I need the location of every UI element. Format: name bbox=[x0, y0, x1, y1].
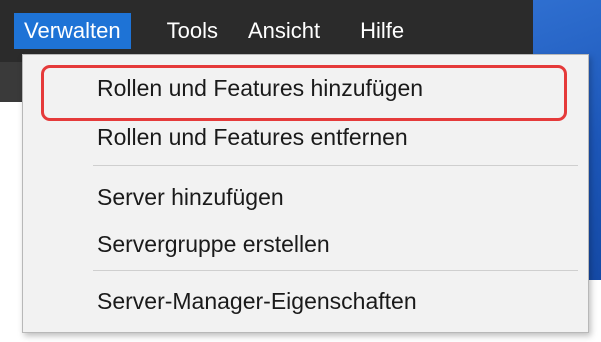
menu-separator bbox=[93, 270, 578, 271]
menu-item-rollen-features-entfernen[interactable]: Rollen und Features entfernen bbox=[97, 124, 408, 151]
menu-hilfe[interactable]: Hilfe bbox=[340, 0, 424, 62]
menu-ansicht[interactable]: Ansicht bbox=[228, 0, 340, 62]
menu-item-rollen-features-hinzufuegen[interactable]: Rollen und Features hinzufügen bbox=[97, 75, 423, 102]
menu-verwalten[interactable]: Verwalten bbox=[14, 13, 131, 49]
window-header-strip bbox=[0, 62, 22, 102]
menu-bar-items: Verwalten Tools Ansicht Hilfe bbox=[0, 0, 424, 62]
menu-item-servergruppe-erstellen[interactable]: Servergruppe erstellen bbox=[97, 231, 330, 258]
menu-tools[interactable]: Tools bbox=[151, 0, 228, 62]
menu-item-server-manager-eigenschaften[interactable]: Server-Manager-Eigenschaften bbox=[97, 288, 417, 315]
verwalten-dropdown-menu: Rollen und Features hinzufügen Rollen un… bbox=[22, 54, 589, 333]
menu-separator bbox=[93, 165, 578, 166]
menu-item-server-hinzufuegen[interactable]: Server hinzufügen bbox=[97, 184, 284, 211]
